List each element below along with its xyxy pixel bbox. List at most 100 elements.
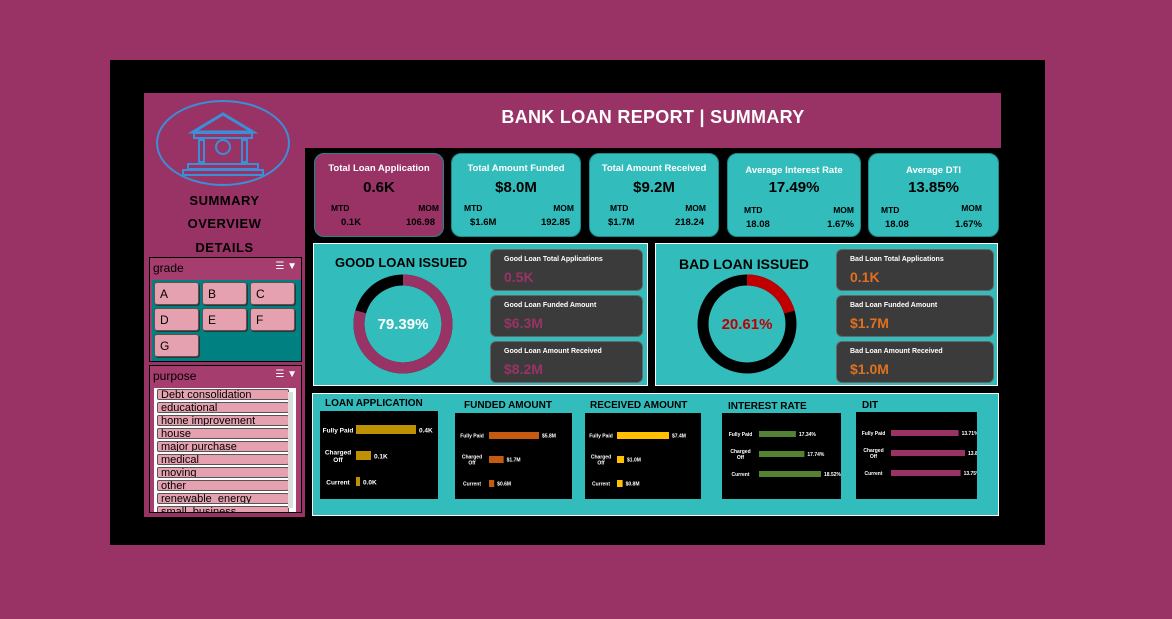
purpose-item-debt-consolidation[interactable]: Debt consolidation <box>157 389 289 400</box>
kpi-mom-value: 1.67% <box>955 219 982 230</box>
bar-data-label: 0.0K <box>363 479 377 486</box>
nav-details[interactable]: DETAILS <box>144 240 305 255</box>
kpi-mom-value: 106.98 <box>405 217 435 228</box>
bad-loan-percent: 20.61% <box>722 316 773 333</box>
report-header: BANK LOAN REPORT | SUMMARY <box>305 93 1001 148</box>
bar-data-label: $1.7M <box>507 458 521 464</box>
multi-select-filter-icon[interactable]: ☰ ▼ <box>275 261 297 272</box>
kpi-average-dti[interactable]: Average DTI 13.85% MTD MOM 18.08 1.67% <box>868 153 999 237</box>
grade-button-c[interactable]: C <box>250 282 295 305</box>
kpi-mom-value: 192.85 <box>540 217 570 228</box>
bar <box>759 471 821 477</box>
bar <box>356 451 371 460</box>
purpose-slicer-title: purpose <box>153 369 197 383</box>
purpose-item-educational[interactable]: educational <box>157 402 289 413</box>
bad-loan-applications-card: Bad Loan Total Applications 0.1K <box>836 249 994 291</box>
purpose-item-home-improvement[interactable]: home improvement <box>157 415 289 426</box>
kpi-mom-value: 218.24 <box>674 217 704 228</box>
chart-title-received-amount: RECEIVED AMOUNT <box>590 400 688 411</box>
purpose-item-small-business[interactable]: small_business <box>157 506 289 512</box>
chart-title-loan-application: LOAN APPLICATION <box>325 398 423 409</box>
chart-title-funded-amount: FUNDED AMOUNT <box>464 400 552 411</box>
kpi-total-amount-funded[interactable]: Total Amount Funded $8.0M MTD MOM $1.6M … <box>451 153 581 237</box>
bar-category-label: Fully Paid <box>862 431 886 437</box>
bar-category-label: Charged Off <box>325 450 351 465</box>
kpi-value: 0.6K <box>363 179 395 196</box>
kpi-mom-label: MOM <box>685 203 706 213</box>
grade-button-e[interactable]: E <box>202 308 247 331</box>
bar-category-label: Charged Off <box>730 449 750 461</box>
good-loan-percent: 79.39% <box>378 316 429 333</box>
bar-category-label: Fully Paid <box>729 432 753 438</box>
purpose-item-major-purchase[interactable]: major purchase <box>157 441 289 452</box>
bar-category-label: Fully Paid <box>323 427 354 434</box>
bar-category-label: Charged Off <box>863 448 883 460</box>
grade-button-f[interactable]: F <box>250 308 295 331</box>
nav-summary[interactable]: SUMMARY <box>144 193 305 208</box>
bar <box>489 456 504 463</box>
bar <box>759 431 796 437</box>
multi-select-filter-icon[interactable]: ☰ ▼ <box>275 369 297 380</box>
grade-slicer-header: grade ☰ ▼ <box>150 258 301 278</box>
bar-data-label: 13.71% <box>962 431 977 437</box>
bar-category-label: Current <box>731 472 749 478</box>
bank-logo-icon <box>156 100 290 186</box>
chart-title-dit: DIT <box>862 400 879 411</box>
bar <box>356 425 416 434</box>
kpi-mtd-label: MTD <box>744 205 763 215</box>
card-label: Good Loan Total Applications <box>504 256 603 263</box>
bar-category-label: Current <box>326 479 350 486</box>
grade-button-b[interactable]: B <box>202 282 247 305</box>
kpi-average-interest-rate[interactable]: Average Interest Rate 17.49% MTD MOM 18.… <box>727 153 861 237</box>
kpi-mtd-label: MTD <box>464 203 483 213</box>
kpi-value: $8.0M <box>495 179 537 196</box>
kpi-value: $9.2M <box>633 179 675 196</box>
bar <box>617 456 625 463</box>
good-loan-received-card: Good Loan Amount Received $8.2M <box>490 341 643 383</box>
bar-category-label: Charged Off <box>462 455 482 467</box>
kpi-total-amount-received[interactable]: Total Amount Received $9.2M MTD MOM $1.7… <box>589 153 719 237</box>
card-label: Good Loan Funded Amount <box>504 302 597 309</box>
chart-dit: Fully Paid 13.71% ChargedOff 13.84% Current 1… <box>856 412 977 499</box>
kpi-mtd-value: $1.7M <box>608 217 635 228</box>
card-value: $8.2M <box>504 361 543 377</box>
grade-button-g[interactable]: G <box>154 334 199 357</box>
kpi-value: 17.49% <box>768 179 820 196</box>
purpose-item-house[interactable]: house <box>157 428 289 439</box>
purpose-item-moving[interactable]: moving <box>157 467 289 478</box>
bar <box>489 480 495 487</box>
purpose-item-medical[interactable]: medical <box>157 454 289 465</box>
good-loan-panel: GOOD LOAN ISSUED 79.39% Good Loan Total … <box>313 243 648 386</box>
nav-overview[interactable]: OVERVIEW <box>144 216 305 231</box>
bar-data-label: 17.74% <box>807 452 825 458</box>
bad-loan-received-card: Bad Loan Amount Received $1.0M <box>836 341 994 383</box>
good-loan-donut: 79.39% <box>353 274 453 374</box>
card-value: $6.3M <box>504 315 543 331</box>
bar-data-label: $7.4M <box>672 434 686 440</box>
kpi-mom-value: 1.67% <box>827 219 854 230</box>
grade-button-d[interactable]: D <box>154 308 199 331</box>
card-label: Good Loan Amount Received <box>504 348 602 355</box>
purpose-list: Debt consolidation educational home impr… <box>154 388 296 512</box>
bar-category-label: Fully Paid <box>589 434 613 440</box>
card-label: Bad Loan Funded Amount <box>850 302 938 309</box>
kpi-label: Total Amount Received <box>601 163 707 174</box>
bar-data-label: $5.8M <box>542 434 556 440</box>
kpi-label: Total Amount Funded <box>467 163 565 174</box>
bar-category-label: Charged Off <box>591 455 611 467</box>
kpi-total-loan-application[interactable]: Total Loan Application 0.6K MTD MOM 0.1K… <box>314 153 444 237</box>
card-value: 0.5K <box>504 269 534 285</box>
good-loan-title: GOOD LOAN ISSUED <box>335 255 468 270</box>
chart-interest-rate: Fully Paid 17.34% Charged Off 17.74% Current 1… <box>722 413 841 499</box>
bar <box>891 430 959 436</box>
bar-data-label: 0.1K <box>374 453 388 460</box>
purpose-item-renewable-energy[interactable]: renewable_energy <box>157 493 289 504</box>
bad-loan-panel: BAD LOAN ISSUED 20.61% Bad Loan Total Ap… <box>655 243 998 386</box>
kpi-mtd-label: MTD <box>881 205 900 215</box>
bad-loan-title: BAD LOAN ISSUED <box>679 256 809 272</box>
bar-category-label: Current <box>864 471 882 477</box>
grade-button-a[interactable]: A <box>154 282 199 305</box>
purpose-item-other[interactable]: other <box>157 480 289 491</box>
bar-data-label: $1.0M <box>627 458 641 464</box>
purpose-scrollbar[interactable] <box>288 392 293 508</box>
